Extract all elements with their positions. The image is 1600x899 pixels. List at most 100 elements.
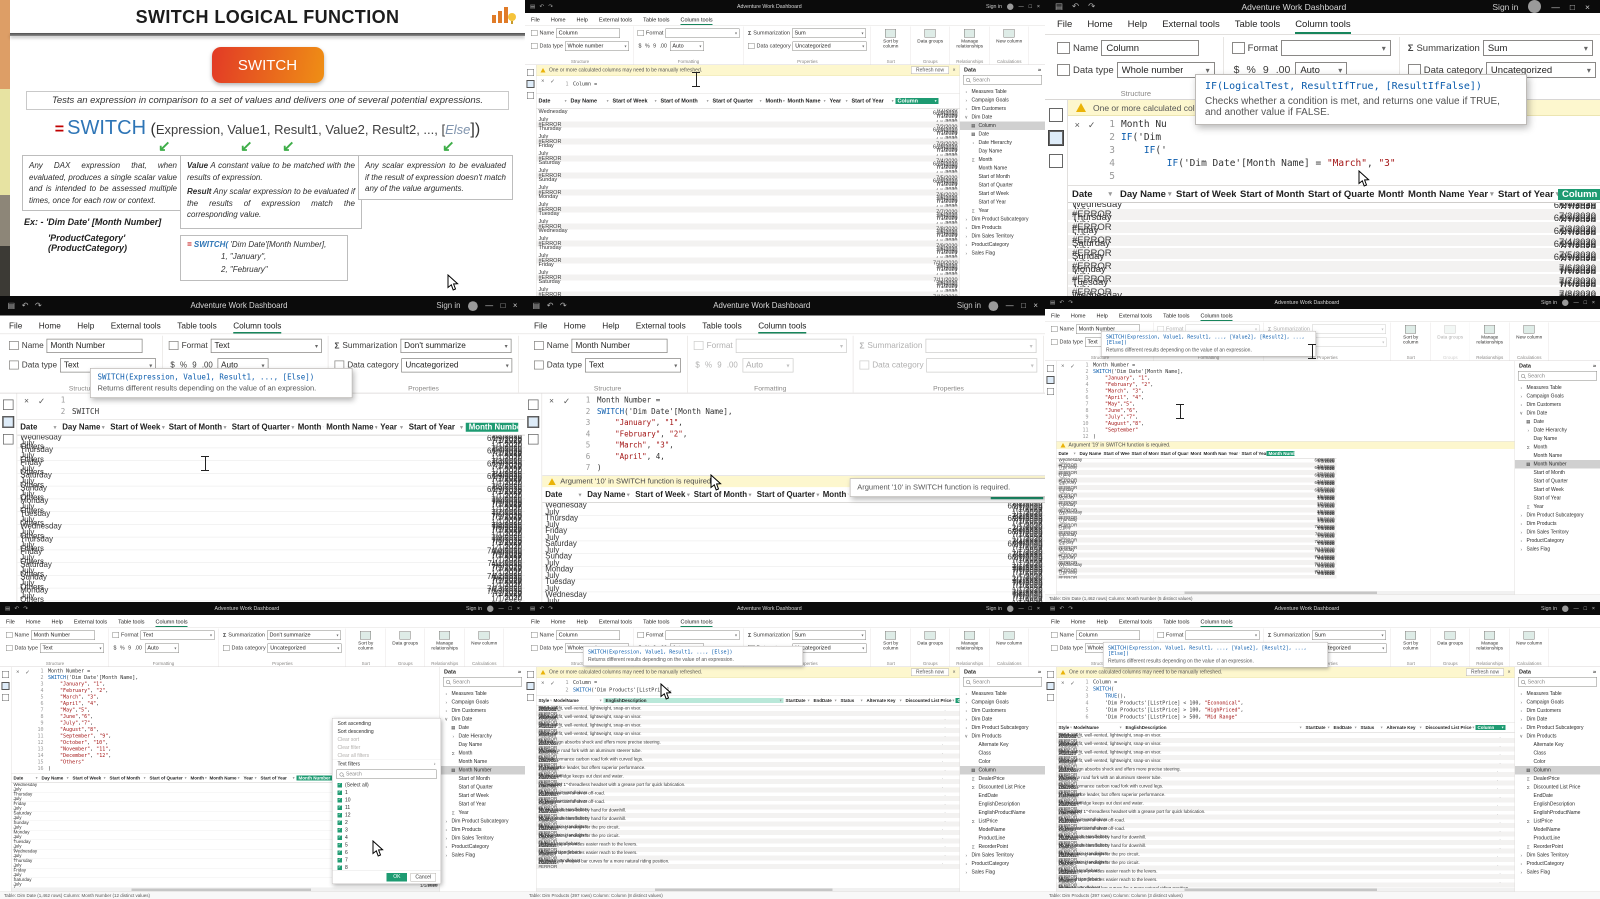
- redo-icon[interactable]: ↷: [1088, 1, 1095, 12]
- model-view-icon[interactable]: [528, 434, 539, 445]
- header-cell[interactable]: Start of Quarter: [148, 776, 189, 781]
- field-item[interactable]: ModelName: [960, 826, 1045, 835]
- number-format-icon[interactable]: $: [114, 645, 117, 651]
- field-item[interactable]: ∨ Dim Products: [1515, 732, 1600, 741]
- field-item[interactable]: ▦ Column: [1515, 766, 1600, 775]
- sign-in-button[interactable]: Sign in: [436, 301, 460, 310]
- header-cell[interactable]: Month Name: [786, 98, 828, 104]
- redo-icon[interactable]: ↷: [23, 606, 27, 612]
- field-item[interactable]: › Dim Date: [960, 715, 1045, 724]
- save-icon[interactable]: ▤: [1050, 606, 1055, 612]
- close-button[interactable]: ×: [1592, 606, 1595, 612]
- filter-menu-item[interactable]: Clear all filters: [333, 752, 441, 760]
- field-item[interactable]: › Dim Product Subcategory: [440, 817, 525, 826]
- formula-cancel-icon[interactable]: ×: [541, 78, 544, 92]
- field-item[interactable]: Σ ReorderPoint: [960, 843, 1045, 852]
- field-item[interactable]: ▦ Date: [440, 724, 525, 733]
- field-item[interactable]: Σ Month: [440, 749, 525, 758]
- redo-icon[interactable]: ↷: [1068, 606, 1072, 612]
- menu-tab[interactable]: File: [1051, 313, 1060, 321]
- filter-check-item[interactable]: 11: [337, 804, 436, 812]
- format-dropdown[interactable]: ▾: [665, 28, 740, 38]
- header-cell[interactable]: Start of Month: [108, 776, 148, 781]
- sign-in-button[interactable]: Sign in: [957, 301, 981, 310]
- header-cell[interactable]: Start of Quarter: [229, 423, 295, 432]
- undo-icon[interactable]: ↶: [1059, 606, 1063, 612]
- maximize-button[interactable]: □: [1021, 301, 1026, 310]
- field-item[interactable]: Start of Quarter: [440, 783, 525, 792]
- new-column-button[interactable]: New column: [469, 630, 500, 647]
- new-column-button[interactable]: New column: [994, 630, 1025, 647]
- data-type-dropdown[interactable]: Text▾: [40, 643, 105, 653]
- header-cell[interactable]: Day Name: [59, 423, 107, 432]
- model-view-icon[interactable]: [1047, 694, 1054, 701]
- field-item[interactable]: Color: [1515, 758, 1600, 767]
- menu-tab[interactable]: External tools: [599, 17, 632, 25]
- header-cell[interactable]: Column: [895, 98, 939, 104]
- number-format-icon[interactable]: %: [705, 361, 712, 370]
- collapse-pane-icon[interactable]: »: [518, 669, 521, 675]
- dax-formula-input[interactable]: 1 2 SWITCH: [52, 395, 525, 418]
- field-item[interactable]: › Dim Sales Territory: [960, 232, 1045, 241]
- menu-tab[interactable]: Home: [39, 322, 61, 334]
- header-cell[interactable]: Start of Quarter: [754, 490, 820, 499]
- menu-tab[interactable]: File: [531, 17, 540, 25]
- menu-tab[interactable]: External tools: [636, 322, 686, 334]
- checkbox-icon[interactable]: [337, 790, 342, 795]
- checkbox-icon[interactable]: [337, 805, 342, 810]
- summarization-dropdown[interactable]: ▾: [1311, 324, 1386, 334]
- field-item[interactable]: ▦ Month Number: [440, 766, 525, 775]
- model-view-icon[interactable]: [1047, 388, 1054, 395]
- menu-tab[interactable]: File: [1051, 619, 1060, 627]
- field-item[interactable]: Class: [960, 749, 1045, 758]
- field-item[interactable]: Σ DealerPrice: [960, 775, 1045, 784]
- menu-tab[interactable]: Home: [26, 619, 41, 627]
- field-item[interactable]: › Date Hierarchy: [440, 732, 525, 741]
- filter-ok-button[interactable]: OK: [386, 873, 407, 882]
- header-cell[interactable]: Start of Month: [691, 490, 754, 499]
- field-item[interactable]: › Measures Table: [960, 88, 1045, 97]
- close-button[interactable]: ×: [1037, 4, 1040, 10]
- summarization-dropdown[interactable]: Sum ▾: [1311, 630, 1386, 640]
- formula-commit-icon[interactable]: ✓: [1070, 680, 1075, 721]
- minimize-button[interactable]: —: [1551, 2, 1560, 12]
- maximize-button[interactable]: □: [509, 606, 512, 612]
- data-groups-button[interactable]: Data groups: [390, 630, 421, 647]
- field-item[interactable]: › Dim Customers: [960, 707, 1045, 716]
- save-icon[interactable]: ▤: [1055, 1, 1063, 12]
- field-item[interactable]: › Measures Table: [1515, 384, 1600, 393]
- field-item[interactable]: › ProductCategory: [960, 241, 1045, 250]
- field-item[interactable]: EnglishDescription: [960, 800, 1045, 809]
- menu-tab[interactable]: Help: [77, 322, 94, 334]
- menu-tab[interactable]: Column tools: [155, 619, 188, 627]
- menu-tab[interactable]: Column tools: [680, 17, 713, 25]
- collapse-pane-icon[interactable]: »: [1593, 363, 1596, 369]
- checkbox-icon[interactable]: [337, 857, 342, 863]
- menu-tab[interactable]: Home: [551, 17, 566, 25]
- grid-cell[interactable]: #ERROR: [1056, 575, 1337, 579]
- formula-commit-icon[interactable]: ✓: [550, 78, 555, 92]
- filter-check-item[interactable]: 7: [337, 857, 436, 865]
- field-item[interactable]: › Dim Customers: [1515, 401, 1600, 410]
- close-button[interactable]: ×: [1592, 300, 1595, 306]
- field-search-input[interactable]: Search: [963, 75, 1042, 85]
- header-cell[interactable]: Start of Week: [1102, 451, 1130, 456]
- save-icon[interactable]: ▤: [8, 301, 15, 310]
- menu-tab[interactable]: Column tools: [1295, 19, 1351, 34]
- manage-relationships-button[interactable]: Manage relationships: [1474, 324, 1505, 346]
- field-item[interactable]: › Dim Products: [440, 826, 525, 835]
- format-dropdown[interactable]: ▾: [665, 630, 740, 640]
- data-category-dropdown[interactable]: Uncategorized ▾: [792, 643, 867, 653]
- field-item[interactable]: › Measures Table: [960, 690, 1045, 699]
- header-cell[interactable]: Discounted List Price: [904, 698, 956, 703]
- header-cell[interactable]: Month Name: [323, 423, 377, 432]
- collapse-pane-icon[interactable]: »: [1038, 67, 1041, 73]
- number-format-icon[interactable]: $: [639, 43, 642, 49]
- field-item[interactable]: EnglishProductName: [1515, 809, 1600, 818]
- avatar[interactable]: [1007, 3, 1014, 10]
- menu-tab[interactable]: Table tools: [1235, 19, 1280, 34]
- data-view-icon[interactable]: [2, 416, 15, 428]
- header-cell[interactable]: Start of Year: [1494, 189, 1558, 200]
- formula-commit-icon[interactable]: ✓: [1070, 363, 1075, 440]
- horizontal-scrollbar[interactable]: [1056, 591, 1515, 595]
